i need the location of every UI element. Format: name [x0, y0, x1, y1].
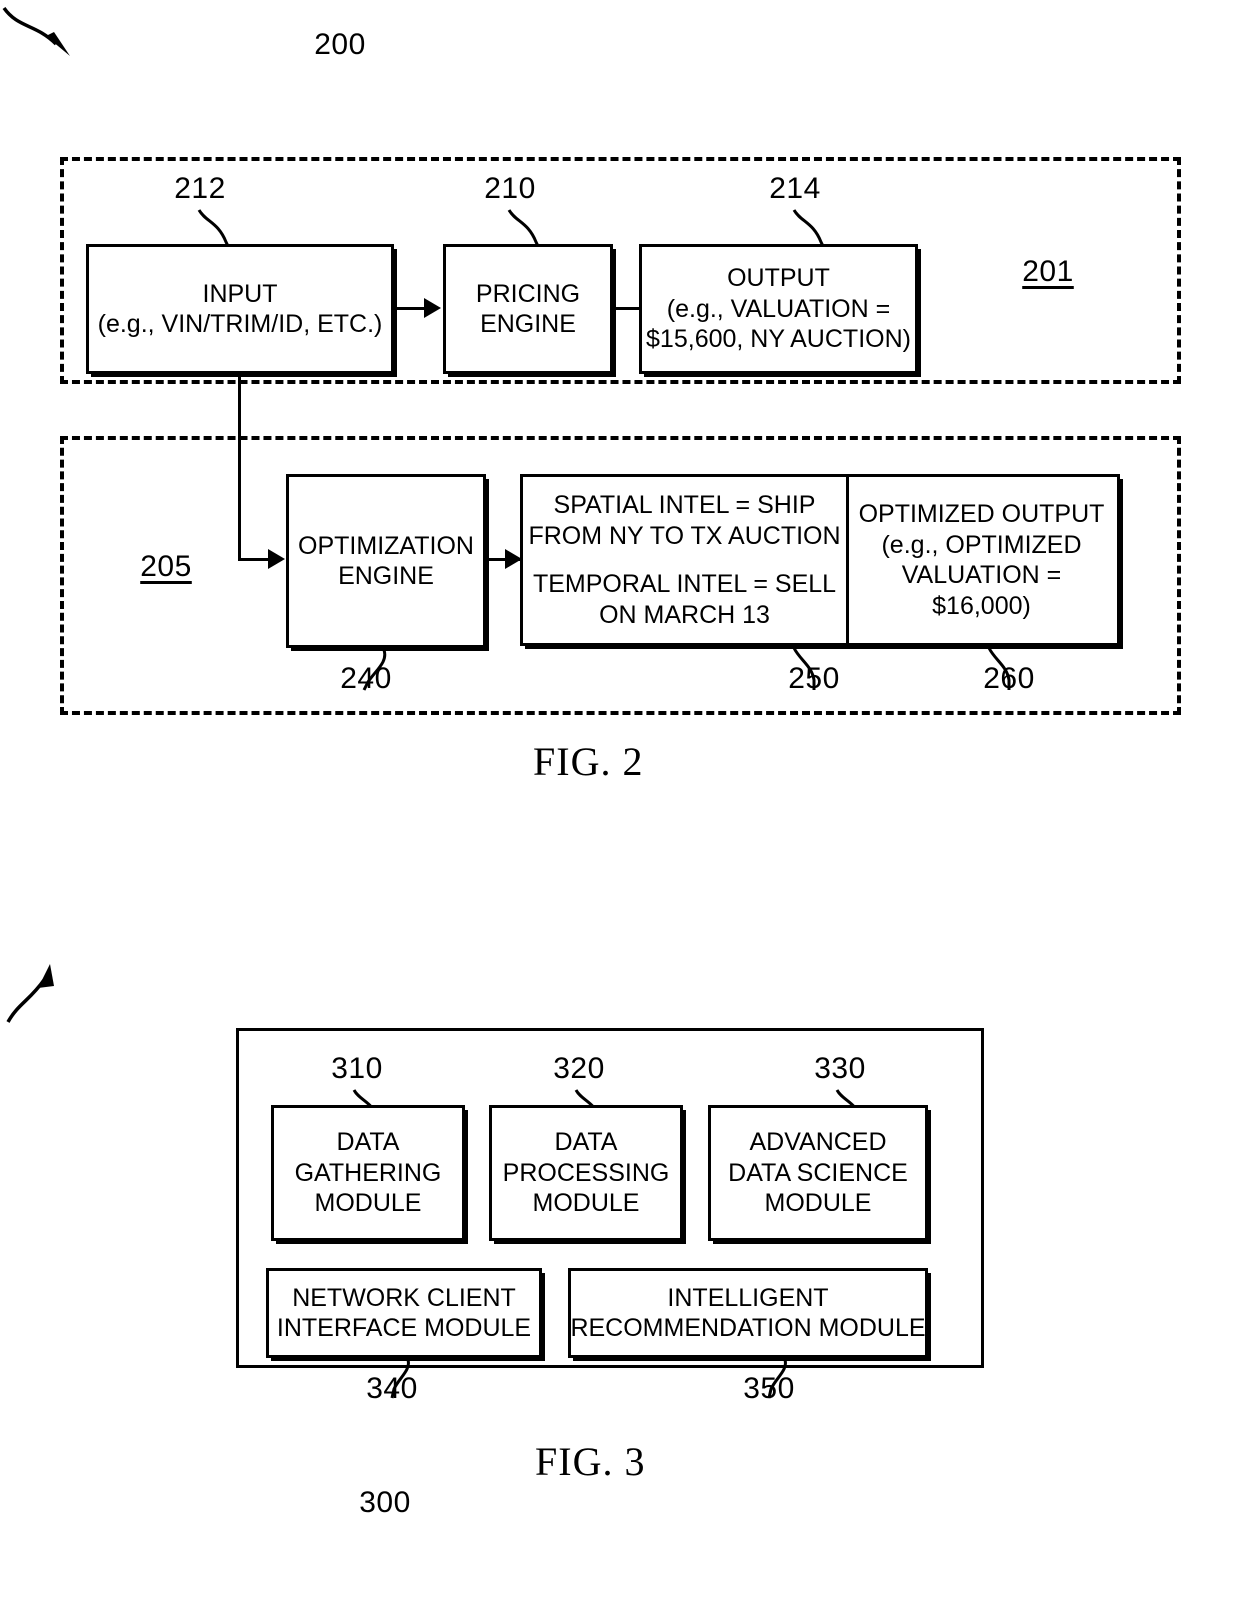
data-gathering-line-1: DATA [336, 1128, 400, 1157]
network-client-interface-line-2: INTERFACE MODULE [276, 1314, 532, 1342]
optimized-output-line-3: VALUATION = [901, 561, 1062, 589]
intel-line-3: TEMPORAL INTEL = SELL [532, 570, 837, 598]
intel-line-4: ON MARCH 13 [599, 600, 770, 629]
advanced-data-science-line-2: DATA SCIENCE [728, 1158, 908, 1187]
branch-input-arrowhead [268, 549, 285, 569]
output-box-line-3: $15,600, NY AUCTION) [646, 325, 911, 354]
data-processing-line-1: DATA [554, 1128, 618, 1157]
output-ref: 214 [769, 172, 821, 205]
figure-2: 200 201 205 212 INPUT (e.g., VIN/TRIM/ID… [0, 0, 1240, 800]
optimized-output-ref: 260 [983, 662, 1035, 695]
intel-optimized-divider [846, 477, 849, 643]
input-box: INPUT (e.g., VIN/TRIM/ID, ETC.) [86, 244, 394, 374]
figure-2-overall-arrow [2, 6, 70, 56]
optimized-output-line-2: (e.g., OPTIMIZED [881, 530, 1082, 559]
intel-line-1: SPATIAL INTEL = SHIP [553, 491, 816, 519]
intel-ref: 250 [788, 662, 840, 695]
intel-box: SPATIAL INTEL = SHIP FROM NY TO TX AUCTI… [523, 477, 846, 643]
output-box: OUTPUT (e.g., VALUATION = $15,600, NY AU… [639, 244, 918, 374]
optimization-engine-line-1: OPTIMIZATION [298, 531, 474, 560]
pricing-engine-ref: 210 [484, 172, 536, 205]
figure-3-overall-arrow [6, 964, 54, 1023]
input-box-line-1: INPUT [202, 279, 278, 308]
intelligent-recommendation-ref: 350 [743, 1372, 795, 1405]
figure-3: 310 DATA GATHERING MODULE 320 DATA PROCE… [0, 960, 1240, 1612]
figure-2-overall-ref: 200 [314, 28, 366, 61]
data-processing-module: DATA PROCESSING MODULE [489, 1105, 683, 1241]
advanced-data-science-module: ADVANCED DATA SCIENCE MODULE [708, 1105, 928, 1241]
optimized-output-line-1: OPTIMIZED OUTPUT [858, 500, 1105, 528]
branch-input-horizontal [238, 558, 272, 561]
intel-and-optimized-output-box: SPATIAL INTEL = SHIP FROM NY TO TX AUCTI… [520, 474, 1120, 646]
pricing-engine-line-1: PRICING [475, 279, 581, 308]
figure-3-overall-ref: 300 [359, 1486, 411, 1519]
data-gathering-module: DATA GATHERING MODULE [271, 1105, 465, 1241]
group-205-ref: 205 [140, 550, 192, 583]
optimization-engine-line-2: ENGINE [338, 562, 434, 590]
advanced-data-science-ref: 330 [814, 1052, 866, 1085]
data-processing-line-2: PROCESSING [502, 1158, 670, 1187]
network-client-interface-line-1: NETWORK CLIENT [292, 1283, 516, 1312]
intelligent-recommendation-line-1: INTELLIGENT [667, 1283, 829, 1312]
intelligent-recommendation-line-2: RECOMMENDATION MODULE [570, 1314, 926, 1342]
input-ref: 212 [174, 172, 226, 205]
data-gathering-line-2: GATHERING [294, 1158, 442, 1187]
data-gathering-ref: 310 [331, 1052, 383, 1085]
data-processing-ref: 320 [553, 1052, 605, 1085]
input-box-line-2: (e.g., VIN/TRIM/ID, ETC.) [97, 310, 383, 338]
arrow-input-to-pricing-line [394, 307, 428, 310]
branch-input-vertical [238, 374, 241, 561]
optimization-engine-box: OPTIMIZATION ENGINE [286, 474, 486, 648]
optimized-output-line-4: $16,000) [932, 591, 1031, 620]
network-client-interface-ref: 340 [366, 1372, 418, 1405]
advanced-data-science-line-3: MODULE [764, 1189, 872, 1218]
optimized-output-box: OPTIMIZED OUTPUT (e.g., OPTIMIZED VALUAT… [846, 477, 1117, 643]
arrow-input-to-pricing-head [424, 298, 441, 318]
network-client-interface-module: NETWORK CLIENT INTERFACE MODULE [266, 1268, 542, 1358]
advanced-data-science-line-1: ADVANCED [749, 1128, 887, 1157]
intelligent-recommendation-module: INTELLIGENT RECOMMENDATION MODULE [568, 1268, 928, 1358]
pricing-engine-box: PRICING ENGINE [443, 244, 613, 374]
data-processing-line-3: MODULE [532, 1189, 640, 1218]
optimization-engine-ref: 240 [340, 662, 392, 695]
pricing-engine-line-2: ENGINE [480, 310, 576, 338]
figure-2-caption: FIG. 2 [533, 739, 644, 784]
group-201-ref: 201 [1022, 255, 1074, 288]
figure-3-caption: FIG. 3 [535, 1439, 646, 1484]
output-box-line-2: (e.g., VALUATION = [666, 294, 891, 323]
data-gathering-line-3: MODULE [314, 1189, 422, 1218]
intel-line-2: FROM NY TO TX AUCTION [528, 521, 841, 550]
output-box-line-1: OUTPUT [727, 264, 830, 293]
